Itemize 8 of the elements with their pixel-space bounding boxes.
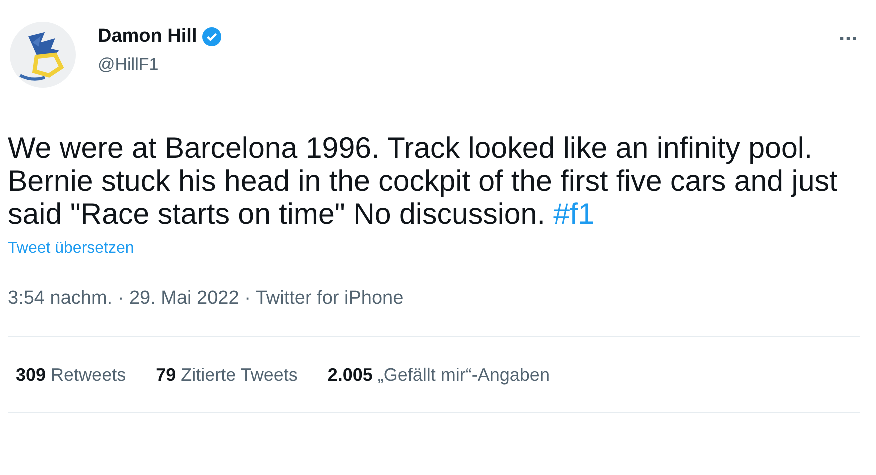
more-button[interactable]: ···: [837, 28, 860, 50]
author-name[interactable]: Damon Hill: [98, 26, 198, 48]
stat-link[interactable]: 79 Zitierte Tweets: [156, 365, 298, 386]
tweet-text: We were at Barcelona 1996. Track looked like an infinity pool. Bernie stuck his head in the cockpit of the first five cars and just said "Race starts on time" No discussion. #f1: [8, 132, 839, 231]
author-handle[interactable]: @HillF1: [98, 55, 838, 75]
stat-link[interactable]: 2.005 „Gefällt mir“-Angaben: [328, 365, 550, 386]
tweet-timestamp: 3:54 nachm. · 29. Mai 2022 · Twitter for iPhone: [8, 288, 405, 310]
stat-link[interactable]: 309 Retweets: [16, 365, 126, 386]
